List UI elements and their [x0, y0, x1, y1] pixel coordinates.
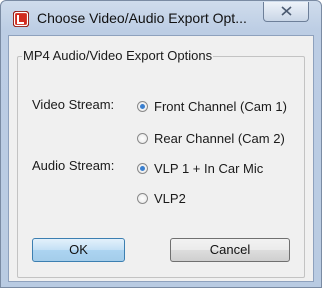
dialog-content: MP4 Audio/Video Export Options Video Str…	[8, 35, 314, 282]
ok-button[interactable]: OK	[32, 238, 125, 262]
cancel-button[interactable]: Cancel	[170, 238, 290, 262]
radio-button-selected[interactable]	[137, 100, 148, 112]
radio-button[interactable]	[137, 132, 148, 144]
title-bar[interactable]: Choose Video/Audio Export Opt...	[1, 1, 321, 35]
radio-label: Front Channel (Cam 1)	[154, 98, 287, 114]
window-title: Choose Video/Audio Export Opt...	[37, 10, 247, 26]
close-icon	[264, 2, 308, 21]
video-stream-label: Video Stream:	[32, 97, 115, 112]
dialog-window: Choose Video/Audio Export Opt... MP4 Aud…	[0, 0, 322, 288]
radio-vlp2[interactable]: VLP2	[137, 190, 186, 206]
radio-button-selected[interactable]	[137, 162, 148, 174]
radio-button[interactable]	[137, 192, 148, 204]
app-logo-icon	[13, 11, 29, 27]
radio-label: VLP 1 + In Car Mic	[154, 160, 264, 176]
radio-label: VLP2	[154, 190, 186, 206]
radio-rear-channel[interactable]: Rear Channel (Cam 2)	[137, 130, 285, 146]
radio-front-channel[interactable]: Front Channel (Cam 1)	[137, 98, 287, 114]
audio-stream-label: Audio Stream:	[32, 158, 115, 173]
close-button[interactable]	[263, 2, 309, 22]
radio-vlp1-in-car-mic[interactable]: VLP 1 + In Car Mic	[137, 160, 263, 176]
group-title: MP4 Audio/Video Export Options	[22, 48, 214, 63]
radio-label: Rear Channel (Cam 2)	[154, 130, 285, 146]
